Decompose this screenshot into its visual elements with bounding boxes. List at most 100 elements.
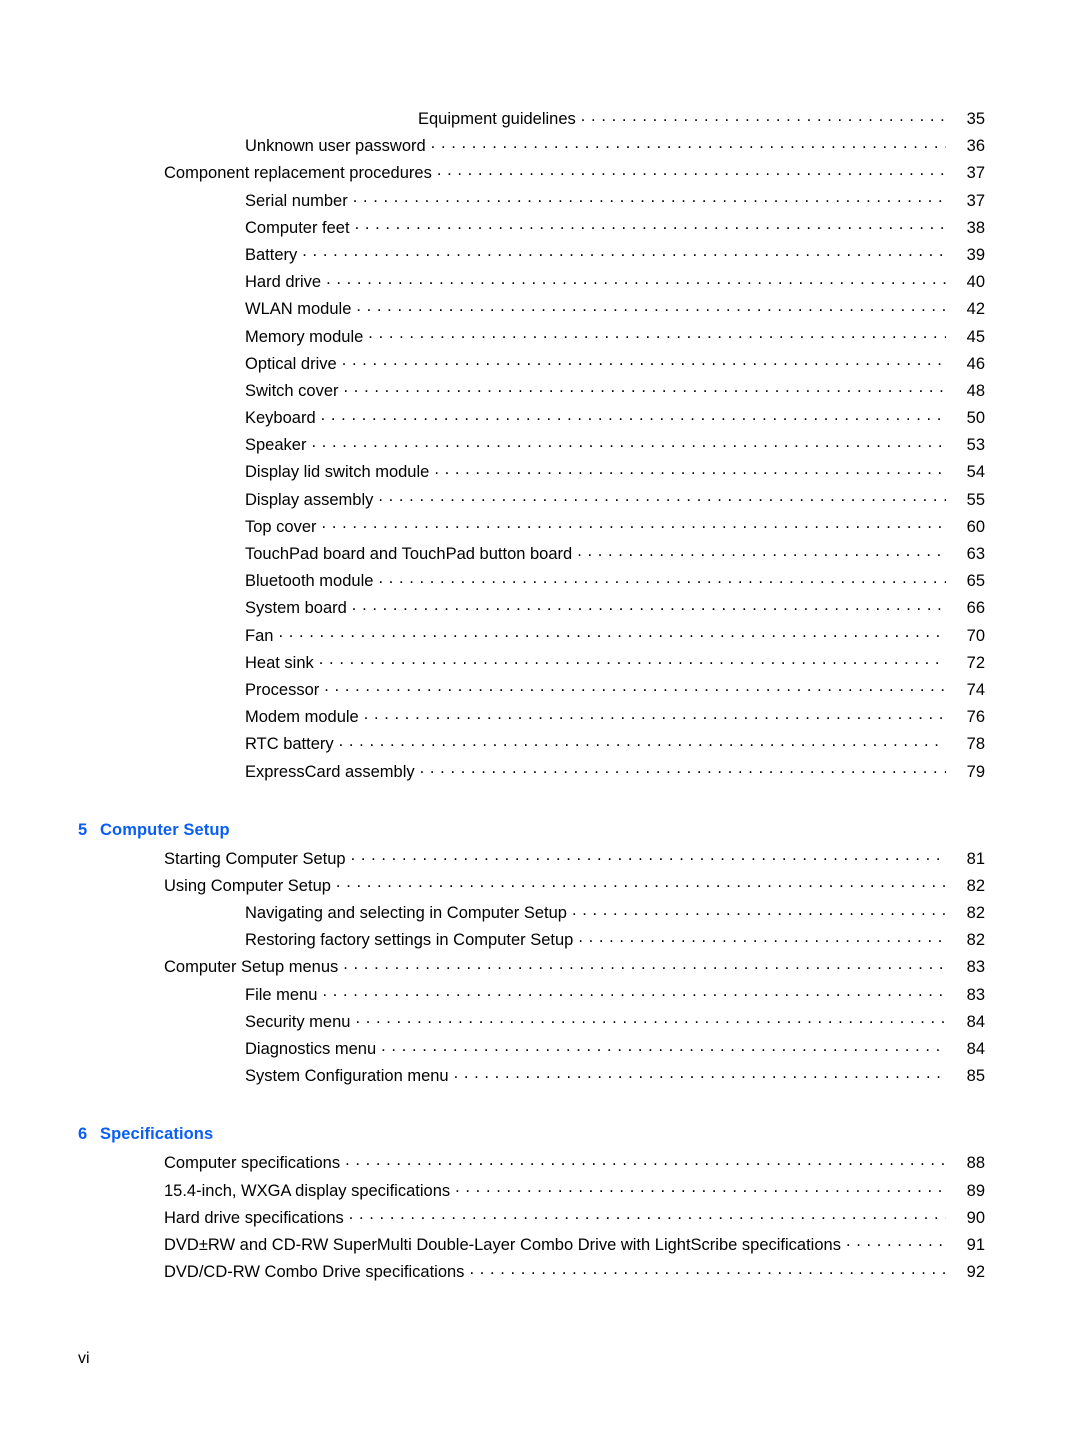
toc-entry-label: Security menu — [245, 1012, 351, 1031]
toc-entry[interactable]: Fan 70 — [78, 623, 985, 650]
toc-dot-leader — [345, 1152, 946, 1169]
toc-entry[interactable]: Restoring factory settings in Computer S… — [78, 927, 985, 954]
toc-entry-label: Starting Computer Setup — [164, 849, 346, 868]
toc-entry-label: Switch cover — [245, 381, 339, 400]
toc-entry[interactable]: Keyboard 50 — [78, 405, 985, 432]
toc-entry[interactable]: DVD±RW and CD-RW SuperMulti Double-Layer… — [78, 1232, 985, 1259]
toc-dot-leader — [381, 1038, 946, 1055]
toc-entry[interactable]: DVD/CD-RW Combo Drive specifications 92 — [78, 1259, 985, 1286]
toc-dot-leader — [378, 488, 946, 505]
toc-dot-leader — [322, 983, 946, 1000]
toc-entry-page-number: 89 — [966, 1181, 985, 1200]
toc-entry[interactable]: Serial number 37 — [78, 188, 985, 215]
toc-entry-page-number: 63 — [966, 545, 985, 563]
toc-dot-leader — [336, 874, 946, 891]
toc-dot-leader — [846, 1233, 946, 1250]
toc-entry-label: Component replacement procedures — [164, 164, 432, 183]
toc-entry[interactable]: Modem module 76 — [78, 704, 985, 731]
toc-entry[interactable]: ExpressCard assembly 79 — [78, 759, 985, 786]
toc-entry-label: Heat sink — [245, 653, 314, 672]
toc-entry[interactable]: 15.4-inch, WXGA display specifications 89 — [78, 1178, 985, 1205]
toc-entry[interactable]: RTC battery 78 — [78, 731, 985, 758]
toc-entry[interactable]: Display assembly 55 — [78, 487, 985, 514]
toc-entry[interactable]: Unknown user password 36 — [78, 133, 985, 160]
toc-entry[interactable]: Component replacement procedures 37 — [78, 160, 985, 187]
toc-entry-label: Display lid switch module — [245, 463, 430, 482]
toc-dot-leader — [431, 135, 946, 152]
toc-entry[interactable]: Switch cover 48 — [78, 378, 985, 405]
toc-entry-page-number: 55 — [966, 490, 985, 509]
toc-entry-label: Speaker — [245, 436, 307, 455]
toc-dot-leader — [342, 352, 946, 369]
toc-entry-page-number: 88 — [966, 1154, 985, 1173]
toc-entry-page-number: 81 — [966, 849, 985, 868]
toc-entry[interactable]: Using Computer Setup 82 — [78, 873, 985, 900]
toc-entry-page-number: 45 — [966, 327, 985, 346]
toc-entry[interactable]: Diagnostics menu 84 — [78, 1036, 985, 1063]
toc-entry-label: DVD/CD-RW Combo Drive specifications — [164, 1263, 465, 1282]
toc-entry[interactable]: Hard drive specifications 90 — [78, 1205, 985, 1232]
toc-entry-page-number: 54 — [966, 463, 985, 482]
toc-chapter-heading[interactable]: 6 Specifications — [78, 1120, 985, 1148]
toc-entry[interactable]: Display lid switch module 54 — [78, 459, 985, 486]
toc-dot-leader — [581, 108, 946, 125]
chapter-number: 5 — [78, 820, 88, 839]
toc-entry[interactable]: Security menu 84 — [78, 1009, 985, 1036]
toc-dot-leader — [355, 1010, 946, 1027]
toc-entry[interactable]: Computer feet 38 — [78, 215, 985, 242]
toc-dot-leader — [351, 847, 946, 864]
toc-entry[interactable]: System board 66 — [78, 595, 985, 622]
toc-dot-leader — [578, 929, 946, 946]
toc-entry-label: TouchPad board and TouchPad button board — [245, 545, 573, 563]
toc-entry[interactable]: Processor 74 — [78, 677, 985, 704]
toc-entry[interactable]: System Configuration menu 85 — [78, 1063, 985, 1090]
toc-entry-label: Optical drive — [245, 354, 337, 373]
toc-dot-leader — [339, 733, 946, 750]
toc-entry[interactable]: Bluetooth module 65 — [78, 568, 985, 595]
chapter-title: Computer Setup — [100, 820, 230, 839]
toc-entry[interactable]: Battery 39 — [78, 242, 985, 269]
toc-entry[interactable]: Computer Setup menus 83 — [78, 954, 985, 981]
toc-entry-page-number: 38 — [966, 218, 985, 237]
toc-entry-label: Serial number — [245, 191, 348, 210]
toc-entry-page-number: 83 — [966, 985, 985, 1004]
toc-entry[interactable]: TouchPad board and TouchPad button board… — [78, 541, 985, 568]
toc-entry-label: System Configuration menu — [245, 1067, 449, 1086]
toc-entry-page-number: 70 — [966, 626, 985, 645]
chapter-spacer — [78, 786, 985, 816]
toc-entry[interactable]: Memory module 45 — [78, 324, 985, 351]
toc-dot-leader — [343, 956, 946, 973]
toc-entry[interactable]: Top cover 60 — [78, 514, 985, 541]
toc-entry-page-number: 84 — [966, 1040, 985, 1058]
toc-dot-leader — [454, 1065, 946, 1082]
toc-entry-label: Hard drive — [245, 273, 322, 292]
toc-entry-label: Top cover — [245, 517, 317, 536]
toc-dot-leader — [364, 706, 946, 723]
toc-entry[interactable]: WLAN module 42 — [78, 296, 985, 323]
toc-entry[interactable]: File menu 83 — [78, 982, 985, 1009]
toc-dot-leader — [355, 216, 946, 233]
toc-entry[interactable]: Hard drive 40 — [78, 269, 985, 296]
toc-dot-leader — [356, 298, 946, 315]
toc-entry-label: Computer Setup menus — [164, 958, 339, 977]
toc-dot-leader — [278, 624, 946, 641]
toc-dot-leader — [302, 243, 946, 260]
toc-chapter-heading[interactable]: 5 Computer Setup — [78, 816, 985, 844]
toc-dot-leader — [437, 162, 946, 179]
toc-entry[interactable]: Computer specifications 88 — [78, 1150, 985, 1177]
toc-entry[interactable]: Navigating and selecting in Computer Set… — [78, 900, 985, 927]
chapter-spacer — [78, 1090, 985, 1120]
toc-dot-leader — [311, 434, 946, 451]
toc-entry[interactable]: Optical drive 46 — [78, 351, 985, 378]
toc-entry[interactable]: Equipment guidelines 35 — [78, 106, 985, 133]
toc-entry-label: RTC battery — [245, 735, 334, 754]
toc-entry[interactable]: Heat sink 72 — [78, 650, 985, 677]
toc-entry-page-number: 40 — [966, 273, 985, 292]
toc-entry[interactable]: Starting Computer Setup 81 — [78, 846, 985, 873]
toc-entry-label: Keyboard — [245, 409, 316, 428]
toc-entry-label: Restoring factory settings in Computer S… — [245, 931, 574, 950]
toc-entry-label: 15.4-inch, WXGA display specifications — [164, 1181, 451, 1200]
toc-entry-page-number: 83 — [966, 958, 985, 977]
toc-entry-page-number: 65 — [966, 572, 985, 591]
toc-entry[interactable]: Speaker 53 — [78, 432, 985, 459]
